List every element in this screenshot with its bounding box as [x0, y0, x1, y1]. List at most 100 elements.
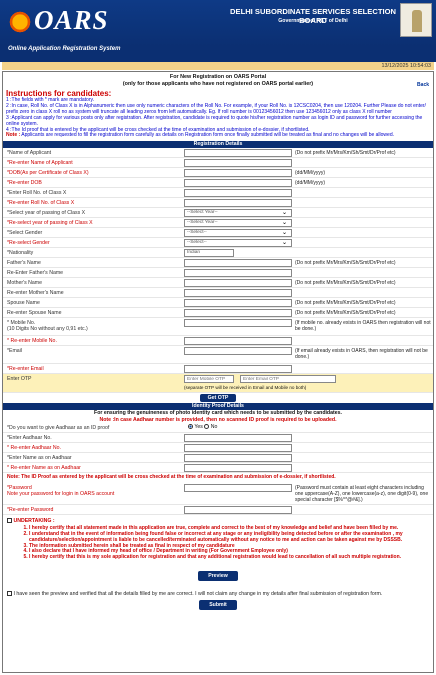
remother-input[interactable]	[184, 289, 292, 298]
repassword-label: *Re-enter Password	[7, 507, 54, 514]
instruction-2: 2 :In case, Roll No. of Class X is in Al…	[6, 102, 426, 115]
get-otp-button[interactable]: Get OTP	[199, 394, 237, 403]
remobile-input[interactable]	[184, 337, 292, 346]
chevron-down-icon: ⌄	[281, 240, 287, 247]
header: OARS DELHI SUBORDINATE SERVICES SELECTIO…	[0, 0, 436, 62]
reyear-select-value: --Select Year--	[187, 220, 218, 226]
preview-button[interactable]: Preview	[198, 571, 238, 582]
email-otp-input[interactable]	[240, 375, 336, 384]
otp-label: Enter OTP	[7, 376, 32, 383]
undertaking-list: I hereby certify that all statement made…	[29, 525, 421, 561]
email-input[interactable]	[184, 347, 292, 356]
respouse-label: Re-enter Spouse Name	[7, 310, 62, 317]
final-declaration-checkbox[interactable]	[7, 591, 12, 597]
note-label: Note :	[6, 132, 21, 139]
remobile-label: * Re-enter Mobile No.	[7, 338, 57, 345]
no-radio[interactable]	[204, 424, 210, 430]
name-aadhaar-input[interactable]	[184, 454, 292, 463]
chevron-down-icon: ⌄	[281, 210, 287, 217]
regender-label: *Re-select Gender	[7, 240, 50, 247]
dob-label: *DOB(As per Certificate of Class X)	[7, 170, 89, 177]
reemail-input[interactable]	[184, 365, 292, 374]
instruction-3: 3 :Applicant can apply for various posts…	[6, 114, 423, 127]
logo-text: OARS	[34, 5, 109, 35]
name-aadhaar-label: *Enter Name as on Aadhaar	[7, 455, 72, 462]
mobile-sublabel: (10 Digits No without any 0,91 etc.)	[7, 326, 88, 333]
regender-select-value: --Select--	[187, 240, 207, 246]
nationality-label: *Nationality	[7, 250, 34, 257]
password-hint: (Password must contain at least eight ch…	[295, 485, 429, 504]
remother-label: Re-enter Mother's Name	[7, 290, 64, 297]
password-input[interactable]	[184, 484, 292, 493]
mother-input[interactable]	[184, 279, 292, 288]
nationality-select[interactable]: Indian	[184, 249, 234, 258]
mobile-input[interactable]	[184, 319, 292, 328]
note-text: Applicants are requested to fill the reg…	[21, 132, 394, 139]
redob-hint: (dd/MM/yyyy)	[295, 180, 325, 187]
refather-input[interactable]	[184, 269, 292, 278]
registration-heading: Registration Details	[3, 141, 433, 149]
reroll-label: *Re-enter Roll No. of Class X	[7, 200, 75, 207]
name-input[interactable]	[184, 149, 292, 158]
spouse-hint: (Do not prefix Mr/Mrs/Km/Sh/Smt/Dr/Prof …	[295, 300, 396, 307]
yes-label: Yes	[194, 424, 203, 431]
year-select-value: --Select Year--	[187, 210, 218, 216]
roll-input[interactable]	[184, 189, 292, 198]
rename-aadhaar-input[interactable]	[184, 464, 292, 473]
reyear-label: *Re-select year of passing of Class X	[7, 220, 93, 227]
nationality-value: Indian	[187, 250, 201, 256]
final-declaration-text: I have seen the preview and verified tha…	[13, 591, 383, 598]
identity-heading: Identity Proof Details	[3, 403, 433, 411]
father-label: Father's Name	[7, 260, 41, 267]
name-hint: (Do not prefix Mr/Mrs/Km/Sh/Smt/Dr/Prof …	[295, 150, 396, 157]
undertaking-item: I hereby certify that this is my sole ap…	[29, 554, 421, 561]
reemail-label: *Re-enter Email	[7, 366, 44, 373]
sun-logo-icon	[8, 10, 32, 34]
rename-input[interactable]	[184, 159, 292, 168]
respouse-hint: (Do not prefix Mr/Mrs/Km/Sh/Smt/Dr/Prof …	[295, 310, 396, 317]
gender-select-value: --Select--	[187, 230, 207, 236]
roll-label: *Enter Roll No. of Class X	[7, 190, 67, 197]
reyear-select[interactable]: --Select Year-- ⌄	[184, 219, 292, 228]
mother-label: Mother's Name	[7, 280, 43, 287]
aadhaar-label: *Enter Aadhaar No.	[7, 435, 52, 442]
undertaking-checkbox[interactable]	[7, 518, 12, 524]
mobile-hint: (If mobile no. already exists in OARS th…	[295, 320, 431, 333]
want-aadhaar-label: *Do you want to give Aadhaar as an ID pr…	[7, 425, 110, 432]
spouse-input[interactable]	[184, 299, 292, 308]
dob-hint: (dd/MM/yyyy)	[295, 170, 325, 177]
father-input[interactable]	[184, 259, 292, 268]
undertaking-item: I understand that in the event of inform…	[29, 531, 421, 544]
spouse-label: Spouse Name	[7, 300, 40, 307]
instructions-note: Note : Applicants are requested to fill …	[6, 132, 430, 139]
mobile-otp-input[interactable]	[184, 375, 234, 384]
respouse-input[interactable]	[184, 309, 292, 318]
gender-label: *Select Gender	[7, 230, 43, 237]
repassword-input[interactable]	[184, 506, 292, 515]
mother-hint: (Do not prefix Mr/Mrs/Km/Sh/Smt/Dr/Prof …	[295, 280, 396, 287]
rename-label: *Re-enter Name of Applicant	[7, 160, 73, 167]
reroll-input[interactable]	[184, 199, 292, 208]
submit-button[interactable]: Submit	[199, 600, 237, 611]
yes-radio[interactable]	[188, 424, 193, 430]
otp-note: (separate OTP will be received in Email …	[184, 385, 307, 391]
undertaking-title: UNDERTAKING :	[7, 518, 433, 524]
password-label: *Password Note your password for login in…	[7, 485, 114, 497]
email-hint: (If email already exists in OARS, then r…	[295, 348, 428, 361]
year-select[interactable]: --Select Year-- ⌄	[184, 209, 292, 218]
regender-select[interactable]: --Select-- ⌄	[184, 239, 292, 248]
identity-note: Note: The ID Proof as entered by the app…	[7, 474, 336, 481]
father-hint: (Do not prefix Mr/Mrs/Km/Sh/Smt/Dr/Prof …	[295, 260, 396, 267]
aadhaar-input[interactable]	[184, 434, 292, 443]
password-sublabel: Note your password for login in OARS acc…	[7, 491, 115, 498]
intro-line2: (only for those applicants who have not …	[122, 80, 314, 87]
gender-select[interactable]: --Select-- ⌄	[184, 229, 292, 238]
redob-label: *Re-enter DOB	[7, 180, 42, 187]
redob-input[interactable]	[184, 179, 292, 188]
govt-name: Government of NCT of Delhi	[278, 18, 348, 24]
timestamp: 13/12/2025 10:54:03	[2, 62, 434, 70]
reaadhaar-input[interactable]	[184, 444, 292, 453]
back-link[interactable]: Back	[417, 82, 429, 88]
emblem-icon	[400, 3, 432, 37]
dob-input[interactable]	[184, 169, 292, 178]
